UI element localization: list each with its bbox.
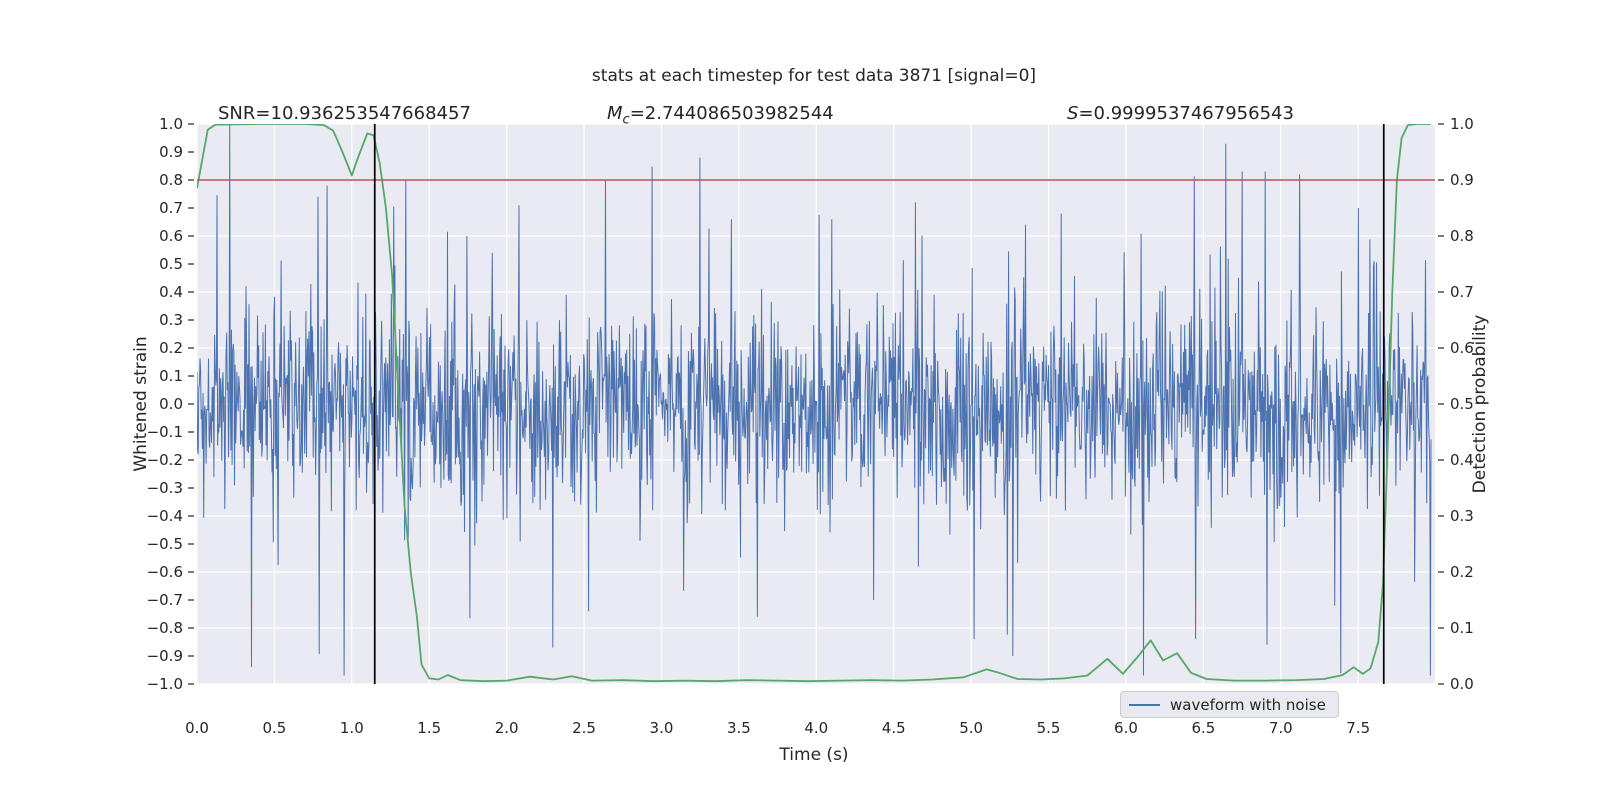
tick-label: 4.5 bbox=[882, 719, 906, 737]
tick-label: −0.3 bbox=[147, 479, 183, 497]
legend-label: waveform with noise bbox=[1170, 695, 1326, 714]
tick-label: 0.3 bbox=[1450, 507, 1474, 525]
figure: stats at each timestep for test data 387… bbox=[0, 0, 1600, 800]
tick-label: 0.0 bbox=[159, 395, 183, 413]
tick-label: −0.2 bbox=[147, 451, 183, 469]
tick-label: 2.0 bbox=[495, 719, 519, 737]
legend: waveform with noise bbox=[1120, 691, 1339, 718]
tick-label: 0.1 bbox=[1450, 619, 1474, 637]
tick-label: 5.5 bbox=[1037, 719, 1061, 737]
tick-label: 7.5 bbox=[1346, 719, 1370, 737]
tick-label: 0.7 bbox=[1450, 283, 1474, 301]
tick-label: 0.6 bbox=[159, 227, 183, 245]
tick-label: 3.5 bbox=[727, 719, 751, 737]
x-axis-label: Time (s) bbox=[779, 745, 849, 765]
tick-label: 0.2 bbox=[159, 339, 183, 357]
y-axis-label-left: Whitened strain bbox=[131, 336, 151, 472]
tick-label: 6.0 bbox=[1114, 719, 1138, 737]
tick-label: 1.5 bbox=[417, 719, 441, 737]
tick-label: 0.4 bbox=[159, 283, 183, 301]
tick-label: 3.0 bbox=[650, 719, 674, 737]
tick-label: 0.9 bbox=[159, 143, 183, 161]
annotation-mc: Mc=2.744086503982544 bbox=[607, 103, 834, 128]
tick-label: 1.0 bbox=[1450, 115, 1474, 133]
tick-label: 0.1 bbox=[159, 367, 183, 385]
tick-label: 0.9 bbox=[1450, 171, 1474, 189]
tick-label: 0.2 bbox=[1450, 563, 1474, 581]
tick-label: 4.0 bbox=[804, 719, 828, 737]
tick-label: −0.7 bbox=[147, 591, 183, 609]
tick-label: 1.0 bbox=[159, 115, 183, 133]
tick-label: 0.3 bbox=[159, 311, 183, 329]
tick-label: 6.5 bbox=[1191, 719, 1215, 737]
tick-label: 0.8 bbox=[159, 171, 183, 189]
tick-label: 1.0 bbox=[340, 719, 364, 737]
chart-title: stats at each timestep for test data 387… bbox=[591, 66, 1037, 86]
tick-label: −0.8 bbox=[147, 619, 183, 637]
tick-label: 0.7 bbox=[159, 199, 183, 217]
y-axis-label-right: Detection probability bbox=[1470, 314, 1490, 494]
tick-label: 5.0 bbox=[959, 719, 983, 737]
tick-label: 0.5 bbox=[159, 255, 183, 273]
tick-label: −1.0 bbox=[147, 675, 183, 693]
tick-label: 7.0 bbox=[1269, 719, 1293, 737]
legend-line-sample-icon bbox=[1129, 703, 1160, 706]
tick-label: 2.5 bbox=[572, 719, 596, 737]
tick-label: 0.8 bbox=[1450, 227, 1474, 245]
tick-label: −0.4 bbox=[147, 507, 183, 525]
annotation-s: S=0.9999537467956543 bbox=[1067, 103, 1294, 124]
tick-label: −0.6 bbox=[147, 563, 183, 581]
tick-label: −0.1 bbox=[147, 423, 183, 441]
tick-label: 0.0 bbox=[1450, 675, 1474, 693]
tick-label: 0.5 bbox=[262, 719, 286, 737]
tick-label: −0.5 bbox=[147, 535, 183, 553]
annotation-snr: SNR=10.936253547668457 bbox=[218, 103, 471, 124]
tick-label: 0.0 bbox=[185, 719, 209, 737]
tick-label: −0.9 bbox=[147, 647, 183, 665]
